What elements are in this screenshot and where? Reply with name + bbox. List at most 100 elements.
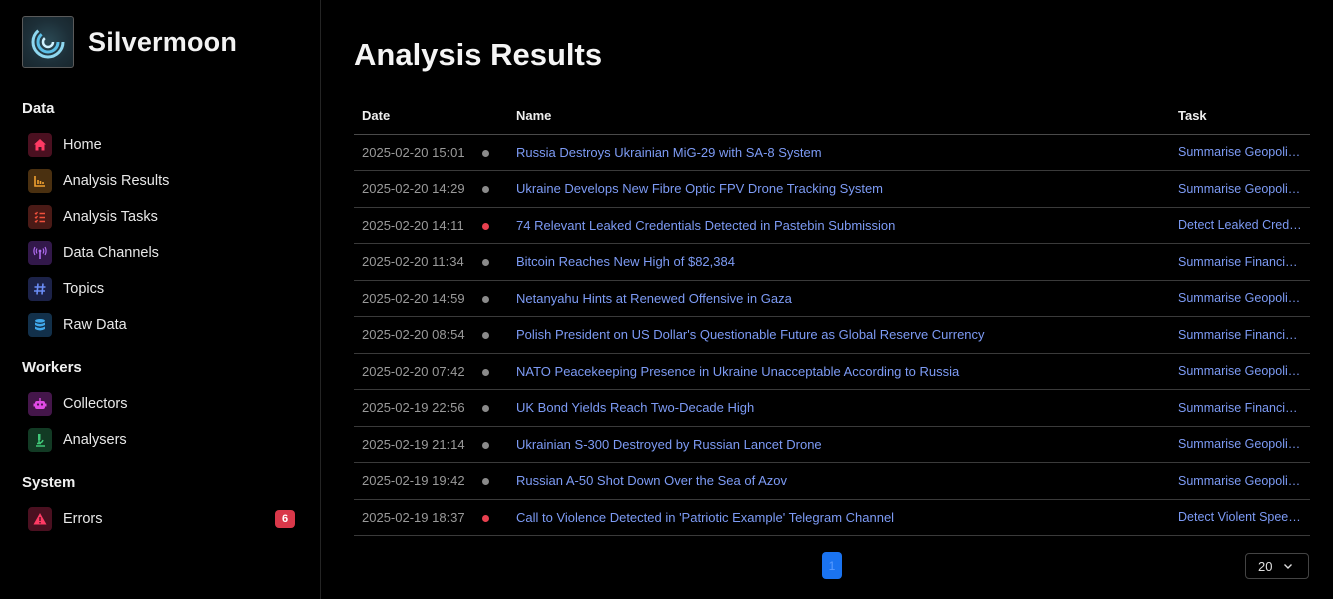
sidebar-item-home[interactable]: Home bbox=[28, 132, 298, 158]
row-name-cell: 74 Relevant Leaked Credentials Detected … bbox=[508, 207, 1170, 244]
row-status-cell bbox=[478, 134, 508, 171]
section-title-workers: Workers bbox=[22, 359, 82, 376]
table-body: 2025-02-20 15:01 Russia Destroys Ukrainia… bbox=[354, 134, 1310, 536]
section-title-data: Data bbox=[22, 100, 55, 117]
row-status-cell bbox=[478, 462, 508, 500]
sidebar-item-topics[interactable]: Topics bbox=[28, 276, 298, 302]
app-name: Silvermoon bbox=[88, 26, 238, 57]
row-task-link[interactable]: Detect Leaked Cred… bbox=[1170, 207, 1310, 244]
row-task-link[interactable]: Detect Violent Spee… bbox=[1170, 499, 1310, 536]
main-content: Analysis Results Date Name Task 2025-02-… bbox=[322, 0, 1333, 599]
result-link[interactable]: UK Bond Yields Reach Two-Decade High bbox=[516, 400, 754, 415]
app-logo bbox=[22, 16, 74, 68]
row-status-cell bbox=[478, 389, 508, 427]
row-status-cell bbox=[478, 170, 508, 208]
table-row[interactable]: 2025-02-20 11:34 Bitcoin Reaches New High… bbox=[354, 243, 1310, 281]
antenna-icon bbox=[28, 241, 52, 265]
table-row[interactable]: 2025-02-20 08:54 Polish President on US D… bbox=[354, 316, 1310, 354]
status-dot-icon bbox=[482, 259, 489, 267]
sidebar-item-analysis-tasks[interactable]: Analysis Tasks bbox=[28, 204, 298, 230]
row-date: 2025-02-20 11:34 bbox=[354, 243, 478, 281]
row-status-cell bbox=[478, 207, 508, 244]
table-row[interactable]: 2025-02-20 14:11 74 Relevant Leaked Crede… bbox=[354, 207, 1310, 244]
status-dot-icon bbox=[482, 368, 489, 376]
warning-icon bbox=[28, 507, 52, 531]
results-table: Date Name Task 2025-02-20 15:01 Russia De… bbox=[354, 98, 1310, 536]
row-name-cell: Russia Destroys Ukrainian MiG-29 with SA… bbox=[508, 134, 1170, 171]
sidebar-item-analysis-results[interactable]: Analysis Results bbox=[28, 168, 298, 194]
row-name-cell: Bitcoin Reaches New High of $82,384 bbox=[508, 243, 1170, 281]
row-task-link[interactable]: Summarise Geopoli… bbox=[1170, 353, 1310, 390]
result-link[interactable]: Netanyahu Hints at Renewed Offensive in … bbox=[516, 291, 792, 306]
row-task-link[interactable]: Summarise Geopoli… bbox=[1170, 134, 1310, 171]
result-link[interactable]: Ukraine Develops New Fibre Optic FPV Dro… bbox=[516, 181, 883, 196]
status-dot-icon bbox=[482, 478, 489, 486]
column-header-status bbox=[478, 98, 508, 135]
row-task-link[interactable]: Summarise Geopoli… bbox=[1170, 426, 1310, 463]
result-link[interactable]: Russian A-50 Shot Down Over the Sea of A… bbox=[516, 473, 787, 488]
sidebar-item-label: Errors bbox=[63, 511, 103, 527]
row-task-link[interactable]: Summarise Geopoli… bbox=[1170, 170, 1310, 208]
table-row[interactable]: 2025-02-20 14:29 Ukraine Develops New Fib… bbox=[354, 170, 1310, 208]
result-link[interactable]: Russia Destroys Ukrainian MiG-29 with SA… bbox=[516, 145, 822, 160]
table-row[interactable]: 2025-02-19 21:14 Ukrainian S-300 Destroye… bbox=[354, 426, 1310, 463]
row-task-link[interactable]: Summarise Financi… bbox=[1170, 389, 1310, 427]
row-date: 2025-02-20 14:11 bbox=[354, 207, 478, 244]
page-size-select[interactable]: 20 bbox=[1245, 553, 1309, 579]
table-row[interactable]: 2025-02-19 22:56 UK Bond Yields Reach Two… bbox=[354, 389, 1310, 427]
home-icon bbox=[28, 133, 52, 157]
row-status-cell bbox=[478, 353, 508, 390]
table-row[interactable]: 2025-02-20 14:59 Netanyahu Hints at Renew… bbox=[354, 280, 1310, 317]
result-link[interactable]: Ukrainian S-300 Destroyed by Russian Lan… bbox=[516, 437, 822, 452]
sidebar-item-analysers[interactable]: Analysers bbox=[28, 427, 298, 453]
table-row[interactable]: 2025-02-20 15:01 Russia Destroys Ukrainia… bbox=[354, 134, 1310, 171]
brand[interactable]: Silvermoon bbox=[22, 16, 237, 68]
status-dot-icon bbox=[482, 441, 489, 449]
table-header-row: Date Name Task bbox=[354, 98, 1310, 135]
row-name-cell: Polish President on US Dollar's Question… bbox=[508, 316, 1170, 354]
table-row[interactable]: 2025-02-19 19:42 Russian A-50 Shot Down O… bbox=[354, 462, 1310, 500]
status-dot-icon bbox=[482, 332, 489, 340]
section-title-system: System bbox=[22, 474, 76, 491]
column-header-name[interactable]: Name bbox=[508, 98, 1170, 135]
row-task-link[interactable]: Summarise Financi… bbox=[1170, 316, 1310, 354]
result-link[interactable]: 74 Relevant Leaked Credentials Detected … bbox=[516, 218, 895, 233]
result-link[interactable]: Call to Violence Detected in 'Patriotic … bbox=[516, 510, 894, 525]
status-dot-icon bbox=[482, 405, 489, 413]
row-date: 2025-02-20 14:59 bbox=[354, 280, 478, 317]
row-date: 2025-02-20 15:01 bbox=[354, 134, 478, 171]
row-task-link[interactable]: Summarise Geopoli… bbox=[1170, 280, 1310, 317]
result-link[interactable]: Polish President on US Dollar's Question… bbox=[516, 327, 985, 342]
sidebar: Silvermoon Data Home Analysis Results An… bbox=[0, 0, 321, 599]
result-link[interactable]: NATO Peacekeeping Presence in Ukraine Un… bbox=[516, 364, 959, 379]
sidebar-item-errors[interactable]: Errors 6 bbox=[28, 506, 298, 532]
sidebar-item-label: Raw Data bbox=[63, 317, 127, 333]
robot-icon bbox=[28, 392, 52, 416]
row-date: 2025-02-19 21:14 bbox=[354, 426, 478, 463]
row-status-cell bbox=[478, 280, 508, 317]
column-header-task[interactable]: Task bbox=[1170, 98, 1310, 135]
column-header-date[interactable]: Date bbox=[354, 98, 478, 135]
sidebar-item-collectors[interactable]: Collectors bbox=[28, 391, 298, 417]
sidebar-item-raw-data[interactable]: Raw Data bbox=[28, 312, 298, 338]
table-row[interactable]: 2025-02-19 18:37 Call to Violence Detecte… bbox=[354, 499, 1310, 536]
pagination-page-1[interactable]: 1 bbox=[822, 552, 842, 579]
status-dot-icon bbox=[482, 222, 489, 230]
row-name-cell: Call to Violence Detected in 'Patriotic … bbox=[508, 499, 1170, 536]
sidebar-item-label: Analysis Results bbox=[63, 173, 170, 189]
row-task-link[interactable]: Summarise Financi… bbox=[1170, 243, 1310, 281]
status-dot-icon bbox=[482, 295, 489, 303]
result-link[interactable]: Bitcoin Reaches New High of $82,384 bbox=[516, 254, 735, 269]
row-name-cell: Netanyahu Hints at Renewed Offensive in … bbox=[508, 280, 1170, 317]
row-status-cell bbox=[478, 243, 508, 281]
row-status-cell bbox=[478, 499, 508, 536]
row-task-link[interactable]: Summarise Geopoli… bbox=[1170, 462, 1310, 500]
sidebar-item-label: Analysis Tasks bbox=[63, 209, 158, 225]
row-name-cell: Ukraine Develops New Fibre Optic FPV Dro… bbox=[508, 170, 1170, 208]
sidebar-item-data-channels[interactable]: Data Channels bbox=[28, 240, 298, 266]
sidebar-item-label: Analysers bbox=[63, 432, 127, 448]
status-dot-icon bbox=[482, 186, 489, 194]
table-row[interactable]: 2025-02-20 07:42 NATO Peacekeeping Presen… bbox=[354, 353, 1310, 390]
status-dot-icon bbox=[482, 514, 489, 522]
row-status-cell bbox=[478, 426, 508, 463]
